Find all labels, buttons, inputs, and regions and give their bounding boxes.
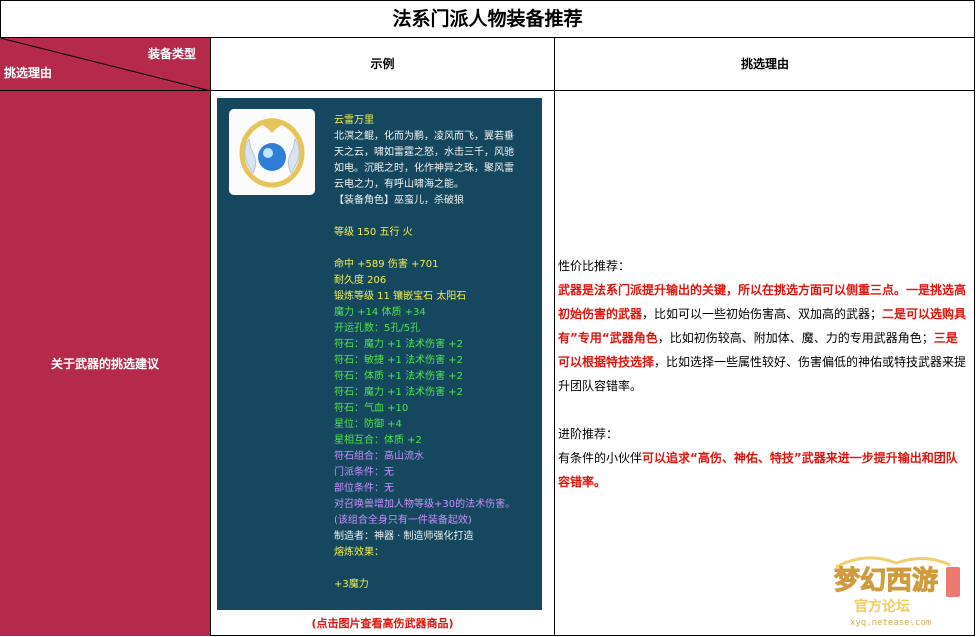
item-rune-combo: 符石组合：高山流水 [334, 451, 424, 462]
item-tooltip[interactable]: 云雷万里 北溟之鲲，化而为鹏，凌风而飞，翼若垂 天之云，啸如雷霆之怒，水击三千，… [217, 98, 542, 610]
example-cell: 云雷万里 北溟之鲲，化而为鹏，凌风而飞，翼若垂 天之云，啸如雷霆之怒，水击三千，… [211, 91, 555, 636]
logo-url: xyq.netease.com [850, 618, 931, 628]
item-melt: 熔炼效果： [334, 547, 384, 558]
corner-top-label: 装备类型 [147, 47, 196, 61]
reason-text-span: ，比如可以一些初始伤害高、双加高的武器； [642, 307, 883, 321]
item-rune: 符石：气血 +10 [334, 403, 409, 414]
forum-logo-graphic: 梦幻西游 官方论坛 xyq.netease.com [834, 556, 960, 628]
view-products-link[interactable]: (点击图片查看高伤武器商品) [211, 615, 554, 631]
weapon-orb-icon [239, 118, 305, 188]
logo-subtitle: 官方论坛 [854, 598, 910, 615]
item-attrs: 命中 +589 伤害 +701 [334, 259, 439, 270]
page-title: 法系门派人物装备推荐 [0, 0, 975, 38]
item-durability: 耐久度 206 [334, 275, 387, 286]
item-maker: 制造者：神器 · 制造师强化打造 [334, 531, 474, 542]
forum-logo: 梦幻西游 官方论坛 xyq.netease.com [826, 549, 966, 629]
reason-paragraph: 有条件的小伙伴可以追求“高伤、神佑、特技”武器来进一步提升输出和团队容错率。 [558, 446, 968, 494]
item-holes: 开运孔数：5孔/5孔 [334, 323, 421, 334]
example-header: 示例 [211, 38, 555, 91]
item-forge: 锻炼等级 11 镶嵌宝石 太阳石 [334, 291, 467, 302]
item-desc-line: 北溟之鲲，化而为鹏，凌风而飞，翼若垂 [334, 131, 514, 142]
weapon-icon[interactable] [229, 109, 315, 195]
item-slot-cond: 部位条件：无 [334, 483, 394, 494]
item-desc-line: 如电。沉眠之时，化作神异之珠，聚风雷 [334, 163, 514, 174]
item-rune: 符石：敏捷 +1 法术伤害 +2 [334, 355, 464, 366]
item-name: 云雷万里 [334, 115, 374, 126]
reason-header: 挑选理由 [555, 38, 975, 91]
item-sect-cond: 门派条件：无 [334, 467, 394, 478]
item-desc-line: 天之云，啸如雷霆之怒，水击三千，风驰 [334, 147, 514, 158]
item-bonus: 魔力 +14 体质 +34 [334, 307, 426, 318]
reason-text-span: 有条件的小伙伴 [558, 451, 643, 465]
item-melt-value: +3魔力 [334, 579, 369, 590]
row-label: 关于武器的挑选建议 [0, 91, 211, 636]
reason-label-advanced: 进阶推荐： [558, 427, 619, 441]
reason-paragraph: 武器是法系门派提升输出的关键，所以在挑选方面可以侧重三点。一是挑选高初始伤害的武… [558, 278, 968, 398]
item-role: 【装备角色】巫蛮儿，杀破狼 [334, 195, 464, 206]
logo-text: 梦幻西游 [834, 566, 938, 596]
item-star-combo: 星相互合：体质 +2 [334, 435, 422, 446]
item-combo-effect: 对召唤兽增加人物等级+30的法术伤害。 [334, 499, 516, 510]
corner-bottom-label: 挑选理由 [4, 66, 53, 80]
item-details: 云雷万里 北溟之鲲，化而为鹏，凌风而飞，翼若垂 天之云，啸如雷霆之怒，水击三千，… [334, 113, 539, 593]
item-combo-note: (该组合全身只有一件装备起效) [334, 515, 472, 526]
reason-text-span: ，比如初伤较高、附加体、魔、力的专用武器角色； [657, 331, 934, 345]
corner-header: 装备类型 挑选理由 [0, 38, 211, 91]
item-star: 星位：防御 +4 [334, 419, 402, 430]
item-rune: 符石：魔力 +1 法术伤害 +2 [334, 387, 464, 398]
item-rune: 符石：体质 +1 法术伤害 +2 [334, 371, 464, 382]
item-level: 等级 150 五行 火 [334, 227, 413, 238]
reason-label-value: 性价比推荐： [558, 259, 631, 273]
reason-text: 性价比推荐： 武器是法系门派提升输出的关键，所以在挑选方面可以侧重三点。一是挑选… [558, 254, 968, 494]
item-rune: 符石：魔力 +1 法术伤害 +2 [334, 339, 464, 350]
item-desc-line: 云电之力，有呼山啸海之能。 [334, 179, 464, 190]
